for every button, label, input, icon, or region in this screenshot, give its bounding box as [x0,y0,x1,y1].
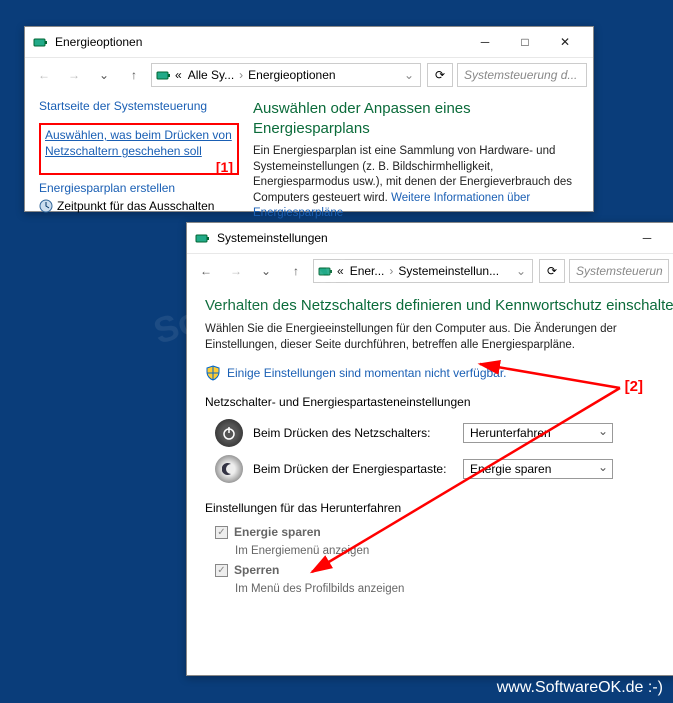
window-title: Energieoptionen [55,35,465,49]
titlebar[interactable]: Energieoptionen ─ □ ✕ [25,27,593,57]
refresh-button[interactable]: ⟳ [539,259,565,283]
breadcrumb-segment[interactable]: Ener... [347,264,388,278]
checkbox-sublabel: Im Menü des Profilbilds anzeigen [235,583,404,595]
checkbox-sublabel: Im Energiemenü anzeigen [235,545,369,557]
back-button[interactable]: ← [31,62,57,88]
checkbox-icon: ✓ [215,526,228,539]
search-input[interactable]: Systemsteuerung d... [457,63,587,87]
create-plan-link[interactable]: Energiesparplan erstellen [39,181,239,195]
page-description: Wählen Sie die Energieeinstellungen für … [205,322,657,353]
footer-watermark: www.SoftwareOK.de :-) [497,679,663,697]
power-button-action-link[interactable]: Auswählen, was beim Drücken von Netzscha… [45,127,233,159]
checkbox-label: Sperren [234,563,279,577]
power-icon [215,419,243,447]
page-heading: Verhalten des Netzschalters definieren u… [205,297,657,314]
checkbox-lock[interactable]: ✓ Sperren [215,563,657,577]
battery-icon [318,263,334,279]
window-energieoptionen: Energieoptionen ─ □ ✕ ← → ⌄ ↑ « Alle Sy.… [24,26,594,212]
annotation-box-1: Auswählen, was beim Drücken von Netzscha… [39,123,239,175]
main-content: Auswählen oder Anpassen eines Energiespa… [239,99,581,222]
sidebar: Startseite der Systemsteuerung Auswählen… [39,99,239,222]
sleep-button-action-select[interactable]: Energie sparen [463,459,613,479]
breadcrumb-prefix: « [172,68,185,82]
breadcrumb[interactable]: « Ener... › Systemeinstellun... ⌄ [313,259,533,283]
breadcrumb[interactable]: « Alle Sy... › Energieoptionen ⌄ [151,63,421,87]
page-heading: Auswählen oder Anpassen eines Energiespa… [253,99,581,138]
checkbox-label: Energie sparen [234,525,321,539]
sleep-icon [215,455,243,483]
search-placeholder: Systemsteuerung d... [464,68,577,82]
checkbox-energy-save[interactable]: ✓ Energie sparen [215,525,657,539]
annotation-marker-1: [1] [216,159,233,175]
power-button-action-select[interactable]: Herunterfahren [463,423,613,443]
page-description: Ein Energiesparplan ist eine Sammlung vo… [253,144,581,222]
forward-button[interactable]: → [223,258,249,284]
battery-icon [33,34,49,50]
breadcrumb-prefix: « [334,264,347,278]
recent-locations-button[interactable]: ⌄ [91,62,117,88]
control-panel-home-link[interactable]: Startseite der Systemsteuerung [39,99,239,113]
window-systemeinstellungen: Systemeinstellungen ─ ← → ⌄ ↑ « Ener... … [186,222,673,676]
shield-link-label: Einige Einstellungen sind momentan nicht… [227,366,507,380]
up-button[interactable]: ↑ [121,62,147,88]
address-bar: ← → ⌄ ↑ « Alle Sy... › Energieoptionen ⌄… [25,57,593,91]
shield-icon [205,365,221,381]
search-placeholder: Systemsteuerun [576,264,663,278]
section-title-shutdown: Einstellungen für das Herunterfahren [205,501,657,515]
shutdown-time-link[interactable]: Zeitpunkt für das Ausschalten [39,199,239,213]
close-button[interactable]: ✕ [545,28,585,56]
checkbox-sub-lock: Im Menü des Profilbilds anzeigen [235,583,657,595]
search-input[interactable]: Systemsteuerun [569,259,669,283]
chevron-right-icon: › [237,68,245,82]
clock-icon [39,199,53,213]
sleep-button-label: Beim Drücken der Energiespartaste: [253,462,453,476]
back-button[interactable]: ← [193,258,219,284]
chevron-right-icon: › [387,264,395,278]
up-button[interactable]: ↑ [283,258,309,284]
power-button-action-row: Beim Drücken des Netzschalters: Herunter… [215,419,657,447]
maximize-button[interactable]: □ [505,28,545,56]
window-title: Systemeinstellungen [217,231,627,245]
battery-icon [195,230,211,246]
minimize-button[interactable]: ─ [465,28,505,56]
checkbox-icon: ✓ [215,564,228,577]
battery-icon [156,67,172,83]
chevron-down-icon[interactable]: ⌄ [402,68,416,82]
chevron-down-icon[interactable]: ⌄ [514,264,528,278]
forward-button[interactable]: → [61,62,87,88]
breadcrumb-segment[interactable]: Energieoptionen [245,68,338,82]
breadcrumb-segment[interactable]: Systemeinstellun... [395,264,502,278]
checkbox-sub-energy-save: Im Energiemenü anzeigen [235,545,657,557]
change-unavailable-settings-link[interactable]: Einige Einstellungen sind momentan nicht… [205,365,657,381]
refresh-button[interactable]: ⟳ [427,63,453,87]
sleep-button-action-row: Beim Drücken der Energiespartaste: Energ… [215,455,657,483]
main-content: Verhalten des Netzschalters definieren u… [187,287,673,607]
titlebar[interactable]: Systemeinstellungen ─ [187,223,673,253]
power-button-label: Beim Drücken des Netzschalters: [253,426,453,440]
section-title-buttons: Netzschalter- und Energiespartasteneinst… [205,395,657,409]
annotation-marker-2: [2] [625,378,643,395]
shutdown-time-label: Zeitpunkt für das Ausschalten [57,199,214,213]
breadcrumb-segment[interactable]: Alle Sy... [185,68,237,82]
recent-locations-button[interactable]: ⌄ [253,258,279,284]
address-bar: ← → ⌄ ↑ « Ener... › Systemeinstellun... … [187,253,673,287]
minimize-button[interactable]: ─ [627,224,667,252]
